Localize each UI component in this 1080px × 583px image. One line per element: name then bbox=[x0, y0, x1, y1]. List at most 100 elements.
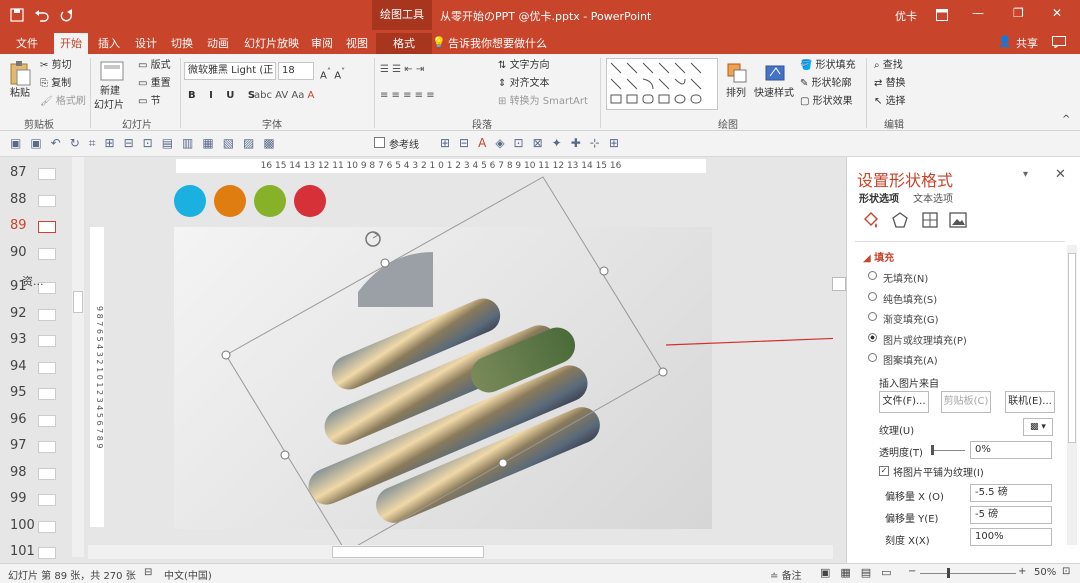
selected-picture-shape[interactable] bbox=[88, 157, 833, 563]
quick-toolbar-icons[interactable]: ▣▣↶↻⌗⊞⊟⊡▤▥▦▧▨▩ bbox=[10, 136, 284, 151]
side-scroll-box[interactable] bbox=[832, 277, 846, 291]
fit-slide-icon[interactable]: ⊡ bbox=[1062, 566, 1070, 577]
tab-file[interactable]: 文件 bbox=[10, 33, 44, 54]
shape-outline-button[interactable]: ✎ 形状轮廓 bbox=[800, 76, 852, 92]
slide-thumbnail[interactable] bbox=[38, 414, 56, 427]
scale-x-input[interactable]: 100% bbox=[970, 528, 1052, 546]
offset-x-input[interactable]: -5.5 磅 bbox=[970, 484, 1052, 502]
pane-options-button[interactable]: ▾ bbox=[1023, 169, 1028, 180]
thumbnail-number[interactable]: 90 bbox=[10, 245, 27, 260]
comment-icon[interactable] bbox=[1052, 36, 1066, 48]
paste-icon[interactable] bbox=[8, 60, 32, 86]
slide-thumbnail[interactable] bbox=[38, 247, 56, 260]
tab-review[interactable]: 审阅 bbox=[305, 33, 339, 54]
list-buttons[interactable]: ☰ ☰ ⇤ ⇥ bbox=[380, 62, 424, 78]
slide-thumbnail[interactable] bbox=[38, 221, 56, 233]
arrange-icon[interactable] bbox=[726, 62, 748, 84]
fill-option[interactable]: 无填充(N) bbox=[868, 270, 928, 285]
convert-smartart-button[interactable]: ⊞ 转换为 SmartArt bbox=[498, 94, 588, 110]
picture-icon[interactable] bbox=[949, 211, 967, 229]
thumb-scrollbar-thumb[interactable] bbox=[73, 291, 83, 313]
slide-thumbnail[interactable] bbox=[38, 308, 56, 321]
transparency-slider-thumb[interactable] bbox=[931, 445, 934, 455]
shape-effects-button[interactable]: ▢ 形状效果 bbox=[800, 94, 853, 110]
radio-button[interactable] bbox=[868, 312, 877, 321]
slide-thumbnail[interactable] bbox=[38, 335, 56, 347]
slide-thumbnail[interactable] bbox=[38, 520, 56, 533]
slide-thumbnail[interactable] bbox=[38, 168, 56, 180]
thumbnail-number[interactable]: 94 bbox=[10, 359, 27, 374]
cut-button[interactable]: ✂ 剪切 bbox=[40, 58, 72, 74]
thumbnail-number[interactable]: 92 bbox=[10, 306, 27, 321]
undo-icon[interactable] bbox=[34, 8, 50, 22]
layout-button[interactable]: ▭ 版式 bbox=[138, 58, 171, 74]
zoom-level[interactable]: 50% bbox=[1034, 567, 1056, 578]
font-size-select[interactable]: 18 bbox=[278, 62, 314, 80]
rotate-handle-icon[interactable] bbox=[365, 231, 381, 247]
view-buttons[interactable]: ▣▦▤▭ bbox=[820, 566, 902, 579]
tab-insert[interactable]: 插入 bbox=[92, 33, 126, 54]
zoom-slider-thumb[interactable] bbox=[947, 568, 950, 578]
redo-icon[interactable] bbox=[60, 8, 74, 22]
quick-styles-icon[interactable] bbox=[764, 62, 786, 84]
copy-button[interactable]: ⎘ 复制 bbox=[40, 76, 71, 92]
minimize-button[interactable]: — bbox=[972, 6, 984, 20]
language-indicator[interactable]: 中文(中国) bbox=[164, 567, 212, 582]
replace-button[interactable]: ⇄ 替换 bbox=[874, 76, 906, 92]
tab-design[interactable]: 设计 bbox=[129, 33, 163, 54]
thumbnail-number[interactable]: 89 bbox=[10, 218, 27, 233]
spellcheck-icon[interactable]: ⊟ bbox=[144, 567, 152, 578]
thumbnail-number[interactable]: 98 bbox=[10, 465, 27, 480]
fill-line-icon[interactable] bbox=[861, 211, 879, 229]
slide-thumbnail[interactable] bbox=[38, 361, 56, 374]
text-direction-button[interactable]: ⇅ 文字方向 bbox=[498, 58, 550, 74]
tab-animations[interactable]: 动画 bbox=[201, 33, 235, 54]
font-name-select[interactable]: 微软雅黑 Light (正 bbox=[184, 62, 276, 80]
transparency-slider[interactable] bbox=[931, 445, 965, 455]
thumbnail-number[interactable]: 93 bbox=[10, 332, 27, 347]
shape-fill-button[interactable]: 🪣 形状填充 bbox=[800, 58, 856, 74]
h-scroll-thumb[interactable] bbox=[332, 546, 484, 558]
font-color-buttons[interactable]: abc AV Aa A bbox=[254, 88, 314, 104]
thumb-scrollbar[interactable] bbox=[72, 157, 84, 557]
transparency-input[interactable]: 0% bbox=[970, 441, 1052, 459]
grow-shrink-font[interactable]: A˄ A˅ bbox=[320, 63, 345, 81]
share-button[interactable]: 共享 bbox=[1010, 33, 1044, 54]
font-format-buttons[interactable]: B I U S bbox=[188, 88, 260, 104]
radio-button[interactable] bbox=[868, 271, 877, 280]
slide-thumbnail[interactable] bbox=[38, 494, 56, 506]
paste-button[interactable]: 粘贴 bbox=[10, 86, 30, 102]
effects-icon[interactable] bbox=[891, 211, 909, 229]
fill-section-header[interactable]: ◢ 填充 bbox=[863, 249, 894, 264]
fill-option[interactable]: 纯色填充(S) bbox=[868, 291, 937, 306]
save-icon[interactable] bbox=[10, 8, 24, 22]
reset-button[interactable]: ▭ 重置 bbox=[138, 76, 171, 92]
slide-thumbnail[interactable] bbox=[38, 388, 56, 400]
zoom-slider[interactable] bbox=[920, 568, 1016, 578]
align-buttons[interactable]: ≡ ≡ ≡ ≡ ≡ bbox=[380, 88, 435, 104]
section-label[interactable]: 资... bbox=[22, 273, 44, 289]
pane-scrollbar-thumb[interactable] bbox=[1068, 253, 1076, 443]
tab-shape-options[interactable]: 形状选项 bbox=[859, 190, 899, 205]
thumbnail-number[interactable]: 95 bbox=[10, 385, 27, 400]
reference-line-checkbox[interactable] bbox=[374, 137, 385, 148]
find-button[interactable]: ⌕ 查找 bbox=[874, 58, 903, 74]
quick-styles-button[interactable]: 快速样式 bbox=[754, 86, 794, 102]
fill-option[interactable]: 渐变填充(G) bbox=[868, 311, 939, 326]
zoom-out-button[interactable]: − bbox=[908, 566, 916, 577]
tab-slideshow[interactable]: 幻灯片放映 bbox=[238, 33, 305, 54]
slide-thumbnail[interactable] bbox=[38, 467, 56, 480]
new-slide-button-line2[interactable]: 幻灯片 bbox=[94, 98, 124, 114]
tab-view[interactable]: 视图 bbox=[340, 33, 374, 54]
tile-checkbox[interactable]: ✓ bbox=[879, 466, 889, 476]
zoom-in-button[interactable]: + bbox=[1018, 566, 1026, 577]
user-name[interactable]: 优卡 bbox=[895, 8, 917, 24]
slide-thumbnail[interactable] bbox=[38, 441, 56, 453]
shapes-gallery[interactable] bbox=[606, 58, 718, 110]
tab-transitions[interactable]: 切换 bbox=[165, 33, 199, 54]
thumbnail-number[interactable]: 101 bbox=[10, 544, 35, 559]
pane-close-button[interactable]: ✕ bbox=[1055, 167, 1066, 182]
pane-scrollbar[interactable] bbox=[1067, 245, 1077, 545]
slide-thumbnail[interactable] bbox=[38, 194, 56, 207]
tab-home[interactable]: 开始 bbox=[54, 33, 88, 54]
